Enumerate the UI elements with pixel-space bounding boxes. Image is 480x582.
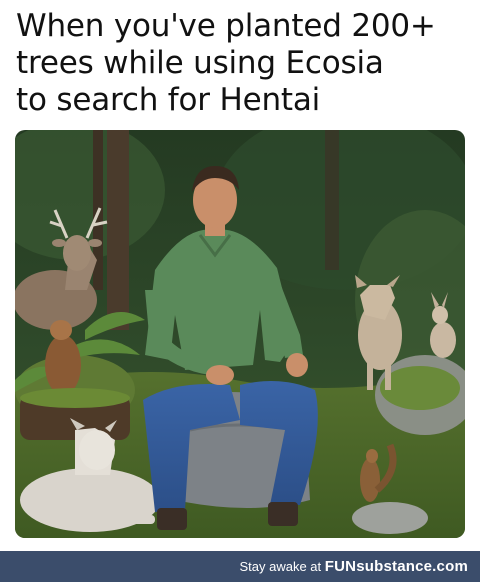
caption-line-3: to search for Hentai — [16, 82, 321, 118]
brand-suffix: substance.com — [356, 558, 468, 575]
footer-tagline: Stay awake at — [239, 559, 322, 574]
brand-prefix: FUN — [324, 558, 357, 575]
meme-caption: When you've planted 200+ trees while usi… — [16, 8, 468, 119]
tree-trunk — [107, 130, 129, 330]
caption-line-2: trees while using Ecosia — [16, 45, 384, 81]
site-footer-banner[interactable]: Stay awake at FUNsubstance.com — [0, 551, 480, 582]
footer-brand: FUNsubstance.com — [325, 558, 468, 575]
footer-watermark: Stay awake at FUNsubstance.com — [239, 551, 468, 582]
caption-line-1: When you've planted 200+ — [16, 8, 436, 44]
meme-photo[interactable] — [15, 130, 465, 538]
